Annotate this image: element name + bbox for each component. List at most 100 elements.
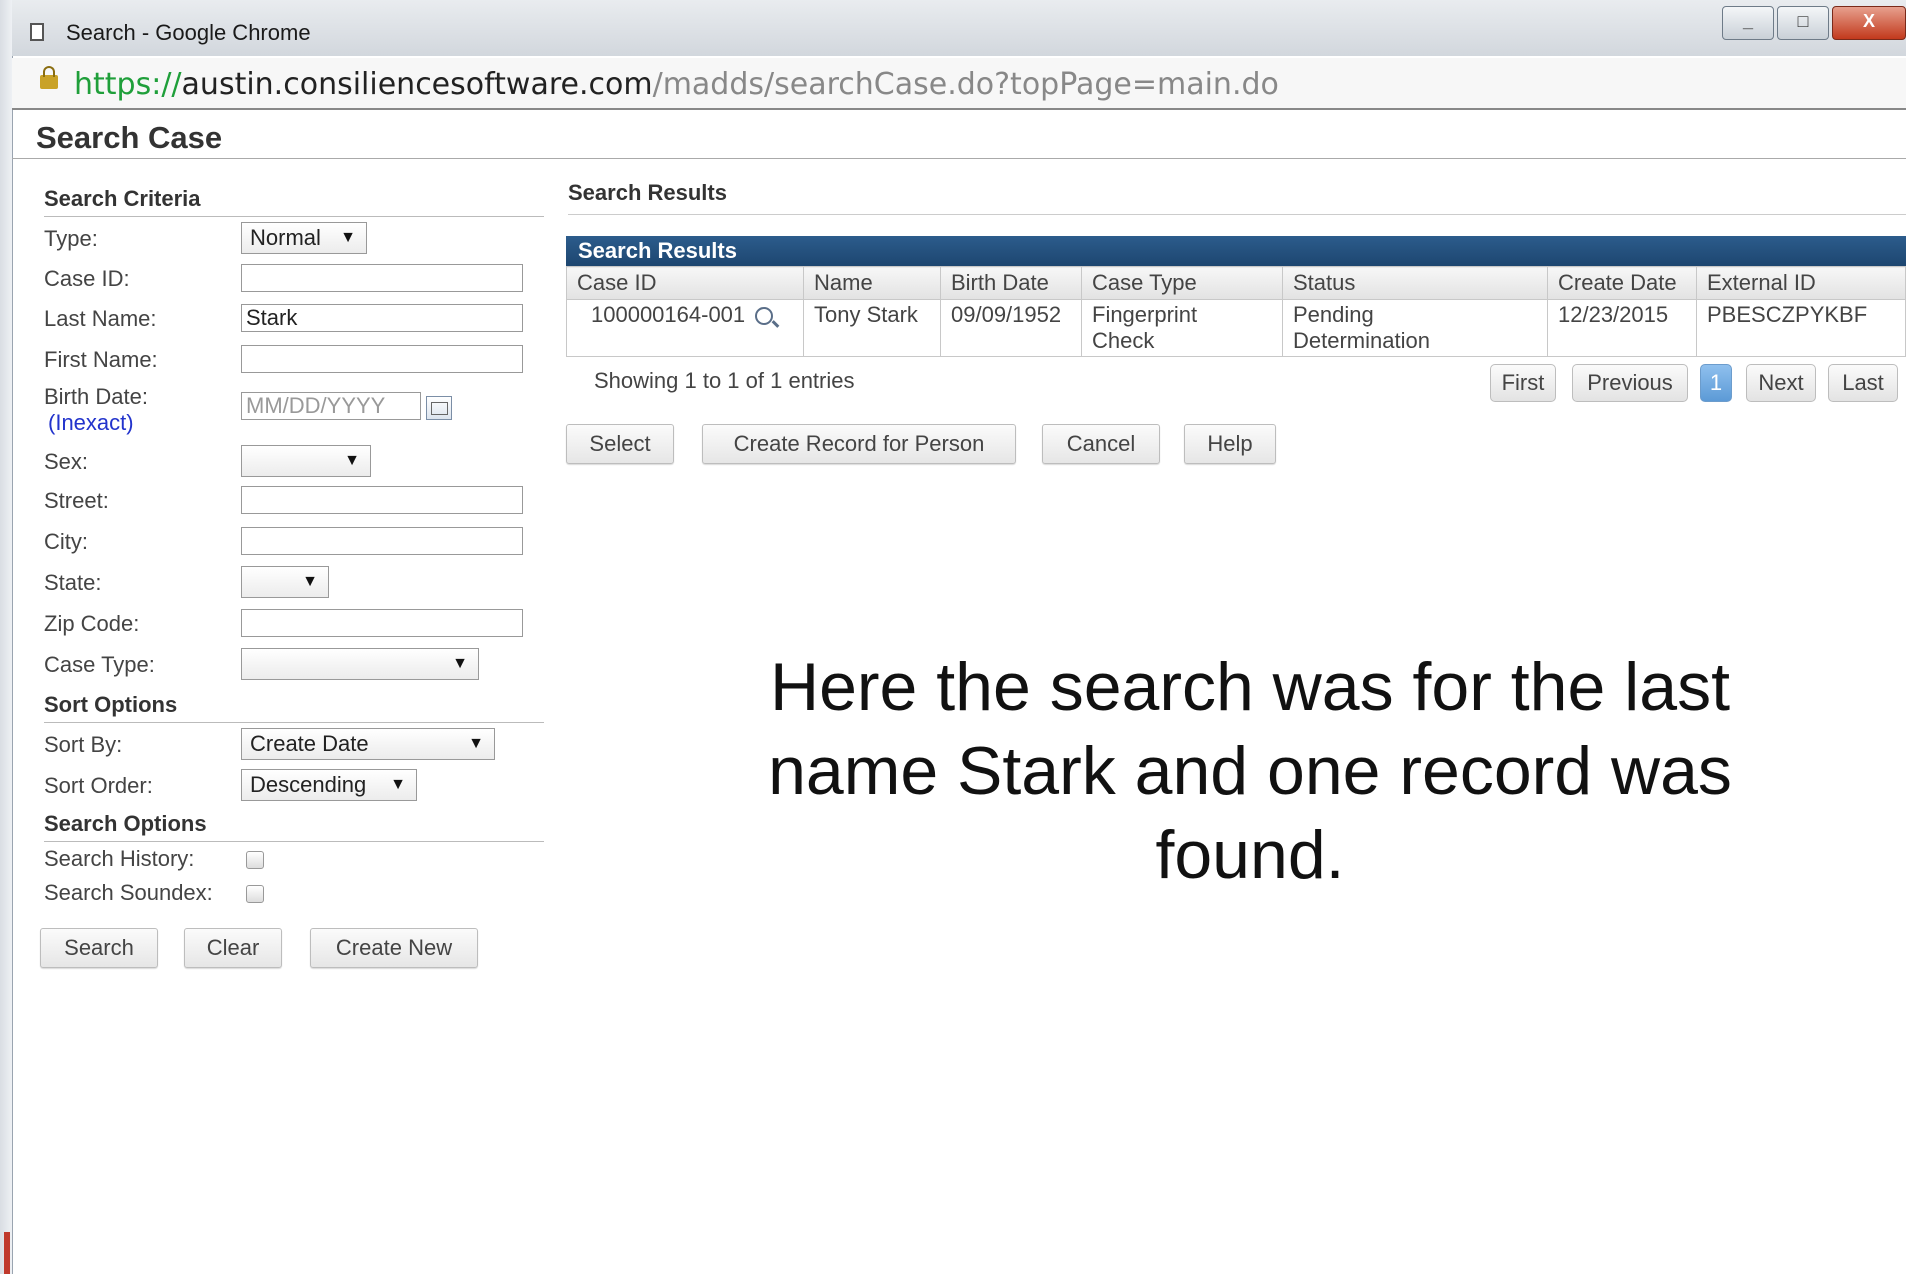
minimize-button[interactable]: _ [1722, 6, 1774, 40]
sort-order-label: Sort Order: [44, 773, 153, 798]
window-controls: _ □ X [1719, 6, 1906, 42]
case-type-line2: Check [1092, 328, 1155, 353]
status-line1: Pending [1293, 302, 1374, 327]
minimize-icon: _ [1742, 11, 1753, 31]
calendar-icon[interactable] [426, 396, 452, 420]
first-name-input[interactable] [241, 345, 523, 373]
street-label: Street: [44, 488, 109, 513]
last-name-input[interactable]: Stark [241, 304, 523, 332]
case-id-value[interactable]: 100000164-001 [591, 302, 745, 327]
inexact-link[interactable]: (Inexact) [48, 410, 134, 436]
clear-button[interactable]: Clear [184, 928, 282, 968]
cell-status: Pending Determination [1282, 299, 1548, 357]
sort-order-value: Descending [250, 772, 367, 797]
page-header: Search Case [12, 110, 1906, 159]
case-id-input[interactable] [241, 264, 523, 292]
chevron-down-icon: ▼ [340, 229, 356, 246]
url-host: austin.consiliencesoftware.com [181, 67, 653, 102]
maximize-icon: □ [1797, 11, 1809, 31]
address-bar[interactable]: https://austin.consiliencesoftware.com/m… [12, 58, 1906, 110]
cell-case-type: Fingerprint Check [1081, 299, 1283, 357]
annotation-caption: Here the search was for the last name St… [700, 645, 1800, 897]
col-case-id[interactable]: Case ID [566, 266, 804, 300]
case-type-line1: Fingerprint [1092, 302, 1198, 327]
sort-order-select[interactable]: Descending ▼ [241, 769, 417, 801]
create-new-button[interactable]: Create New [310, 928, 478, 968]
select-button[interactable]: Select [566, 424, 674, 464]
chevron-down-icon: ▼ [302, 573, 318, 590]
chevron-down-icon: ▼ [344, 452, 360, 469]
col-create-date[interactable]: Create Date [1547, 266, 1697, 300]
sort-by-select[interactable]: Create Date ▼ [241, 728, 495, 760]
cancel-button[interactable]: Cancel [1042, 424, 1160, 464]
create-record-for-person-button[interactable]: Create Record for Person [702, 424, 1016, 464]
browser-window: Search - Google Chrome _ □ X https://aus… [0, 0, 1906, 1274]
window-left-edge [0, 0, 13, 1274]
caption-line-2: name Stark and one record was [768, 733, 1732, 809]
sort-by-label: Sort By: [44, 732, 123, 757]
pager-page-1-button[interactable]: 1 [1700, 364, 1732, 402]
col-external-id[interactable]: External ID [1696, 266, 1906, 300]
sort-by-value: Create Date [250, 731, 369, 756]
close-button[interactable]: X [1832, 6, 1906, 40]
caption-line-3: found. [1155, 817, 1345, 893]
chevron-down-icon: ▼ [468, 735, 484, 752]
birth-date-input[interactable]: MM/DD/YYYY [241, 392, 421, 420]
state-label: State: [44, 570, 102, 595]
search-soundex-checkbox[interactable] [246, 885, 264, 903]
pager-first-button[interactable]: First [1490, 364, 1556, 402]
birth-date-label: Birth Date: [44, 384, 148, 409]
city-input[interactable] [241, 527, 523, 555]
street-input[interactable] [241, 486, 523, 514]
type-select-value: Normal [250, 225, 321, 250]
col-name[interactable]: Name [803, 266, 941, 300]
pager-next-button[interactable]: Next [1746, 364, 1816, 402]
page-icon [30, 23, 44, 41]
status-line2: Determination [1293, 328, 1430, 353]
zip-code-label: Zip Code: [44, 611, 140, 636]
col-case-type[interactable]: Case Type [1081, 266, 1283, 300]
type-label: Type: [44, 226, 98, 251]
zip-code-input[interactable] [241, 609, 523, 637]
search-options-heading: Search Options [44, 811, 544, 842]
case-type-label: Case Type: [44, 652, 155, 677]
col-status[interactable]: Status [1282, 266, 1548, 300]
city-label: City: [44, 529, 88, 554]
case-type-select[interactable]: ▼ [241, 648, 479, 680]
pager-previous-button[interactable]: Previous [1572, 364, 1688, 402]
type-select[interactable]: Normal ▼ [241, 222, 367, 254]
table-row[interactable]: 100000164-001 Tony Stark 09/09/1952 Fing… [566, 299, 1906, 357]
state-select[interactable]: ▼ [241, 566, 329, 598]
url-text: https://austin.consiliencesoftware.com/m… [74, 67, 1279, 102]
maximize-button[interactable]: □ [1777, 6, 1829, 40]
chevron-down-icon: ▼ [390, 776, 406, 793]
sort-options-heading: Sort Options [44, 692, 544, 723]
col-birth-date[interactable]: Birth Date [940, 266, 1082, 300]
lock-icon [40, 66, 58, 89]
cell-birth-date: 09/09/1952 [940, 299, 1082, 357]
last-name-label: Last Name: [44, 306, 157, 331]
page-title: Search Case [36, 120, 223, 155]
search-history-label: Search History: [44, 846, 195, 871]
cell-name: Tony Stark [803, 299, 941, 357]
results-count-text: Showing 1 to 1 of 1 entries [594, 368, 855, 393]
sex-select[interactable]: ▼ [241, 445, 371, 477]
cell-create-date: 12/23/2015 [1547, 299, 1697, 357]
magnifier-icon[interactable] [755, 307, 774, 326]
search-criteria-heading: Search Criteria [44, 186, 544, 217]
help-button[interactable]: Help [1184, 424, 1276, 464]
window-title: Search - Google Chrome [66, 20, 311, 45]
case-id-label: Case ID: [44, 266, 130, 291]
search-results-heading: Search Results [568, 180, 1906, 215]
url-path: /madds/searchCase.do?topPage=main.do [652, 67, 1279, 102]
close-icon: X [1862, 11, 1875, 31]
cell-external-id: PBESCZPYKBF [1696, 299, 1906, 357]
results-table: Search Results Case ID Name Birth Date C… [566, 236, 1906, 357]
caption-line-1: Here the search was for the last [769, 649, 1730, 725]
search-history-checkbox[interactable] [246, 851, 264, 869]
cell-case-id[interactable]: 100000164-001 [566, 299, 804, 357]
pager-last-button[interactable]: Last [1828, 364, 1898, 402]
results-header-row: Case ID Name Birth Date Case Type Status… [566, 266, 1906, 300]
url-scheme: https:// [74, 67, 182, 102]
search-button[interactable]: Search [40, 928, 158, 968]
